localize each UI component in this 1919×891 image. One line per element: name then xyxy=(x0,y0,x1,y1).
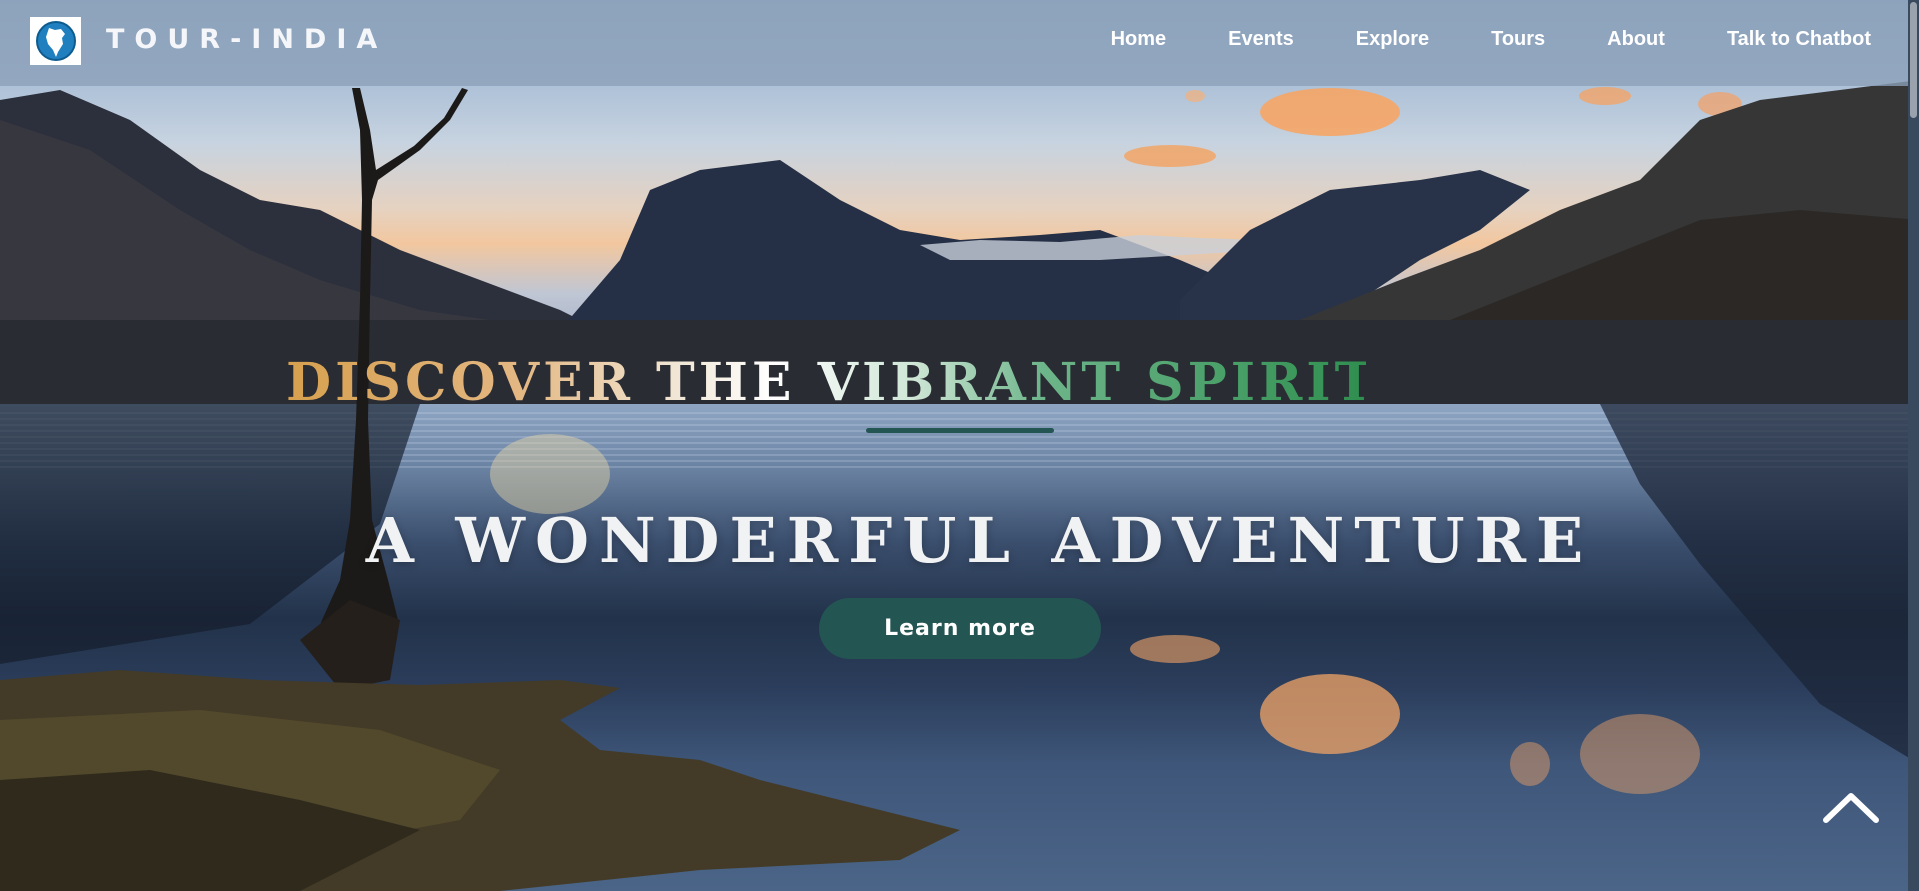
learn-more-button[interactable]: Learn more xyxy=(819,598,1101,659)
hero-section xyxy=(0,0,1919,891)
hero-headline: DISCOVER THE VIBRANT SPIRIT O xyxy=(286,352,1366,413)
nav-talk-to-chatbot[interactable]: Talk to Chatbot xyxy=(1727,28,1871,51)
nav-links: Home Events Explore Tours About Talk to … xyxy=(1111,28,1871,51)
page-scrollbar[interactable] xyxy=(1908,0,1919,891)
nav-events[interactable]: Events xyxy=(1228,28,1294,51)
nav-explore[interactable]: Explore xyxy=(1356,28,1429,51)
nav-home[interactable]: Home xyxy=(1111,28,1167,51)
chevron-up-icon xyxy=(1823,793,1879,823)
hero-subheadline: A WONDERFUL ADVENTURE xyxy=(365,504,1594,577)
brand-logo[interactable] xyxy=(30,17,81,65)
top-navbar: TOUR-INDIA Home Events Explore Tours Abo… xyxy=(0,0,1908,86)
nav-about[interactable]: About xyxy=(1607,28,1665,51)
foreground-grass xyxy=(0,670,960,891)
nav-tours[interactable]: Tours xyxy=(1491,28,1545,51)
scrollbar-thumb[interactable] xyxy=(1910,2,1917,118)
india-globe-icon xyxy=(35,21,76,61)
headline-underline xyxy=(866,428,1054,433)
back-to-top-button[interactable] xyxy=(1820,786,1882,830)
brand-name[interactable]: TOUR-INDIA xyxy=(106,24,387,55)
